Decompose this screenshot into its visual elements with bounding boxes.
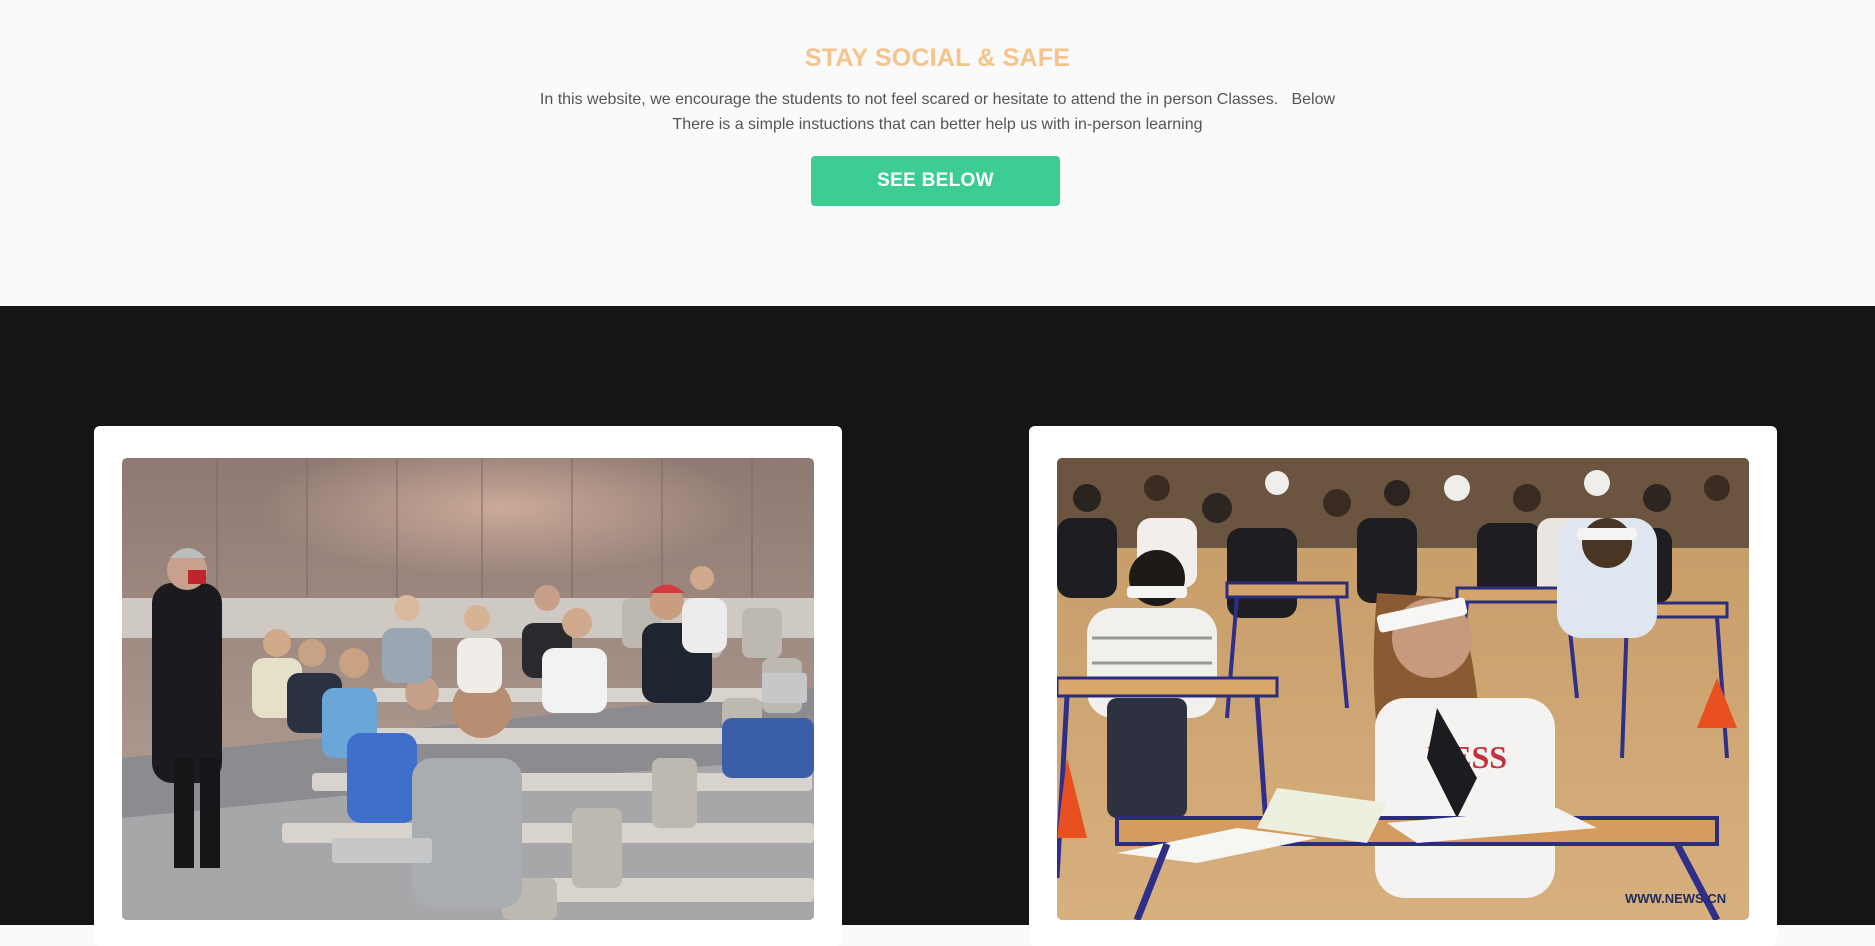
hero-description-line-1: In this website, we encourage the studen… [539,91,1336,108]
hero-section: STAY SOCIAL & SAFE In this website, we e… [0,0,1875,306]
hero-title: STAY SOCIAL & SAFE [804,44,1071,72]
lecture-hall-photo [122,458,814,920]
photo-card-lecture [94,426,842,946]
photo-card-exam: UESS WWW.NEWS.CN [1029,426,1777,946]
exam-hall-photo: UESS WWW.NEWS.CN [1057,458,1749,920]
hero-description: In this website, we encourage the studen… [0,87,1875,137]
watermark-text: WWW.NEWS.CN [1625,891,1726,906]
hero-description-line-2: There is a simple instuctions that can b… [672,116,1203,133]
see-below-button[interactable]: SEE BELOW [811,156,1060,206]
